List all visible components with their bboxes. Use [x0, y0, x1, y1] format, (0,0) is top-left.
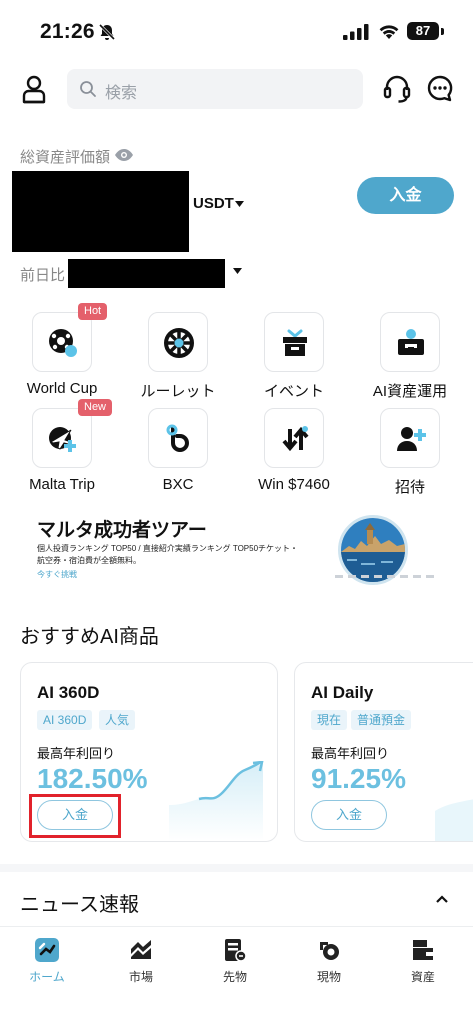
home-icon [35, 938, 59, 962]
nav-spot[interactable]: 現物 [282, 937, 376, 987]
eye-icon[interactable] [114, 147, 134, 163]
caret-down-icon[interactable] [233, 268, 242, 274]
shortcut-icon-box [148, 408, 208, 468]
new-tag: New [78, 399, 113, 416]
nav-label: 先物 [222, 970, 247, 984]
search-placeholder: 検索 [105, 85, 138, 102]
redacted-balance [12, 171, 189, 252]
total-assets-label: 総資産評価額 [20, 149, 111, 166]
shortcut-label: Win $7460 [258, 476, 330, 493]
shortcut-ai-investing[interactable]: AI資産運用 [352, 312, 468, 408]
section-divider [0, 864, 473, 872]
redacted-prev-day-value [68, 259, 225, 288]
shortcut-label: World Cup [26, 380, 98, 397]
product-chip: 人気 [99, 710, 136, 730]
trend-sparkline [169, 761, 264, 841]
chat-icon[interactable] [426, 74, 454, 102]
currency-selector[interactable]: USDT [193, 195, 234, 212]
shortcut-label: ルーレット [140, 383, 216, 400]
banner-title: マルタ成功者ツアー [37, 520, 207, 541]
ai-products-title: おすすめAI商品 [20, 626, 159, 648]
shortcut-icon-box [380, 408, 440, 468]
news-title: ニュース速報 [20, 894, 139, 916]
shortcut-bxc[interactable]: BXC [120, 408, 236, 504]
shortcut-label: BXC [162, 476, 194, 493]
rate-label: 最高年利回り [37, 746, 116, 761]
spot-icon [320, 942, 339, 960]
robot-briefcase-icon [398, 329, 424, 355]
soccer-ball-icon [49, 329, 77, 357]
search-input[interactable]: 検索 [67, 69, 363, 109]
trade-arrows-icon [282, 426, 309, 452]
status-time: 21:26 [40, 20, 95, 43]
shortcut-icon-box [380, 312, 440, 372]
product-chip: 普通預金 [351, 710, 412, 730]
product-chip: 現在 [311, 710, 348, 730]
nav-futures[interactable]: 先物 [188, 937, 282, 987]
prev-day-label: 前日比 [20, 267, 66, 284]
headset-support-icon[interactable] [383, 74, 411, 104]
product-name: AI 360D [37, 683, 100, 702]
shortcut-icon-box [264, 312, 324, 372]
shortcut-icon-box [264, 408, 324, 468]
user-profile-icon[interactable] [20, 74, 48, 104]
card-deposit-button[interactable]: 入金 [311, 800, 387, 830]
banner-cta-link[interactable]: 今すぐ挑戦 [37, 569, 77, 580]
caret-down-icon[interactable] [235, 201, 244, 207]
deposit-button[interactable]: 入金 [357, 177, 454, 214]
market-icon [131, 940, 151, 959]
rate-value: 91.25% [311, 763, 406, 794]
shortcut-label: Malta Trip [29, 476, 95, 493]
banner-pagination [335, 575, 434, 578]
chevron-up-icon[interactable] [436, 895, 448, 903]
status-bar: 21:26 87 [0, 0, 473, 58]
gift-box-icon [283, 329, 307, 356]
shortcut-event[interactable]: イベント [236, 312, 352, 408]
trend-sparkline [435, 799, 473, 841]
nav-home[interactable]: ホーム [0, 937, 94, 987]
annotation-highlight-box [29, 794, 121, 838]
roulette-wheel-icon [164, 328, 194, 358]
nav-label: 資産 [410, 970, 435, 984]
battery-cap [441, 28, 444, 35]
nav-assets[interactable]: 資産 [376, 937, 470, 987]
airplane-ball-icon [49, 427, 76, 452]
shortcut-invite[interactable]: 招待 [352, 408, 468, 504]
nav-market[interactable]: 市場 [94, 937, 188, 987]
nav-label: 現物 [316, 970, 341, 984]
bottom-nav: ホーム 市場 先物 現物 資産 [0, 926, 473, 1024]
signal-icon [343, 24, 369, 40]
nav-label: ホーム [29, 970, 65, 984]
wallet-icon [413, 940, 433, 960]
shortcut-label: AI資産運用 [372, 383, 448, 400]
shortcut-icon-box [32, 408, 92, 468]
bell-muted-icon [98, 23, 116, 41]
shortcut-label: 招待 [394, 479, 425, 496]
rate-label: 最高年利回り [311, 746, 390, 761]
nav-label: 市場 [128, 970, 153, 984]
shortcut-world-cup[interactable]: Hot World Cup [4, 303, 120, 408]
shortcut-icon-box [148, 312, 208, 372]
futures-icon [225, 939, 247, 962]
bxc-logo-icon [166, 424, 189, 452]
shortcut-icon-box [32, 312, 92, 372]
shortcut-roulette[interactable]: ルーレット [120, 312, 236, 408]
search-icon [80, 81, 96, 97]
invite-user-icon [397, 427, 426, 451]
product-card-ai-daily[interactable]: AI Daily 現在 普通預金 最高年利回り 91.25% 入金 [294, 662, 473, 842]
banner-description: 個人投資ランキング TOP50 / 直接紹介実績ランキング TOP50チケット・… [37, 544, 299, 565]
product-name: AI Daily [311, 683, 374, 702]
rate-value: 182.50% [37, 763, 148, 794]
shortcut-win[interactable]: Win $7460 [236, 408, 352, 504]
product-chip: AI 360D [37, 710, 93, 730]
hot-tag: Hot [78, 303, 108, 320]
shortcut-malta-trip[interactable]: New Malta Trip [4, 399, 120, 504]
wifi-icon [379, 25, 399, 39]
shortcut-label: イベント [263, 383, 324, 400]
battery-indicator: 87 [407, 22, 439, 40]
